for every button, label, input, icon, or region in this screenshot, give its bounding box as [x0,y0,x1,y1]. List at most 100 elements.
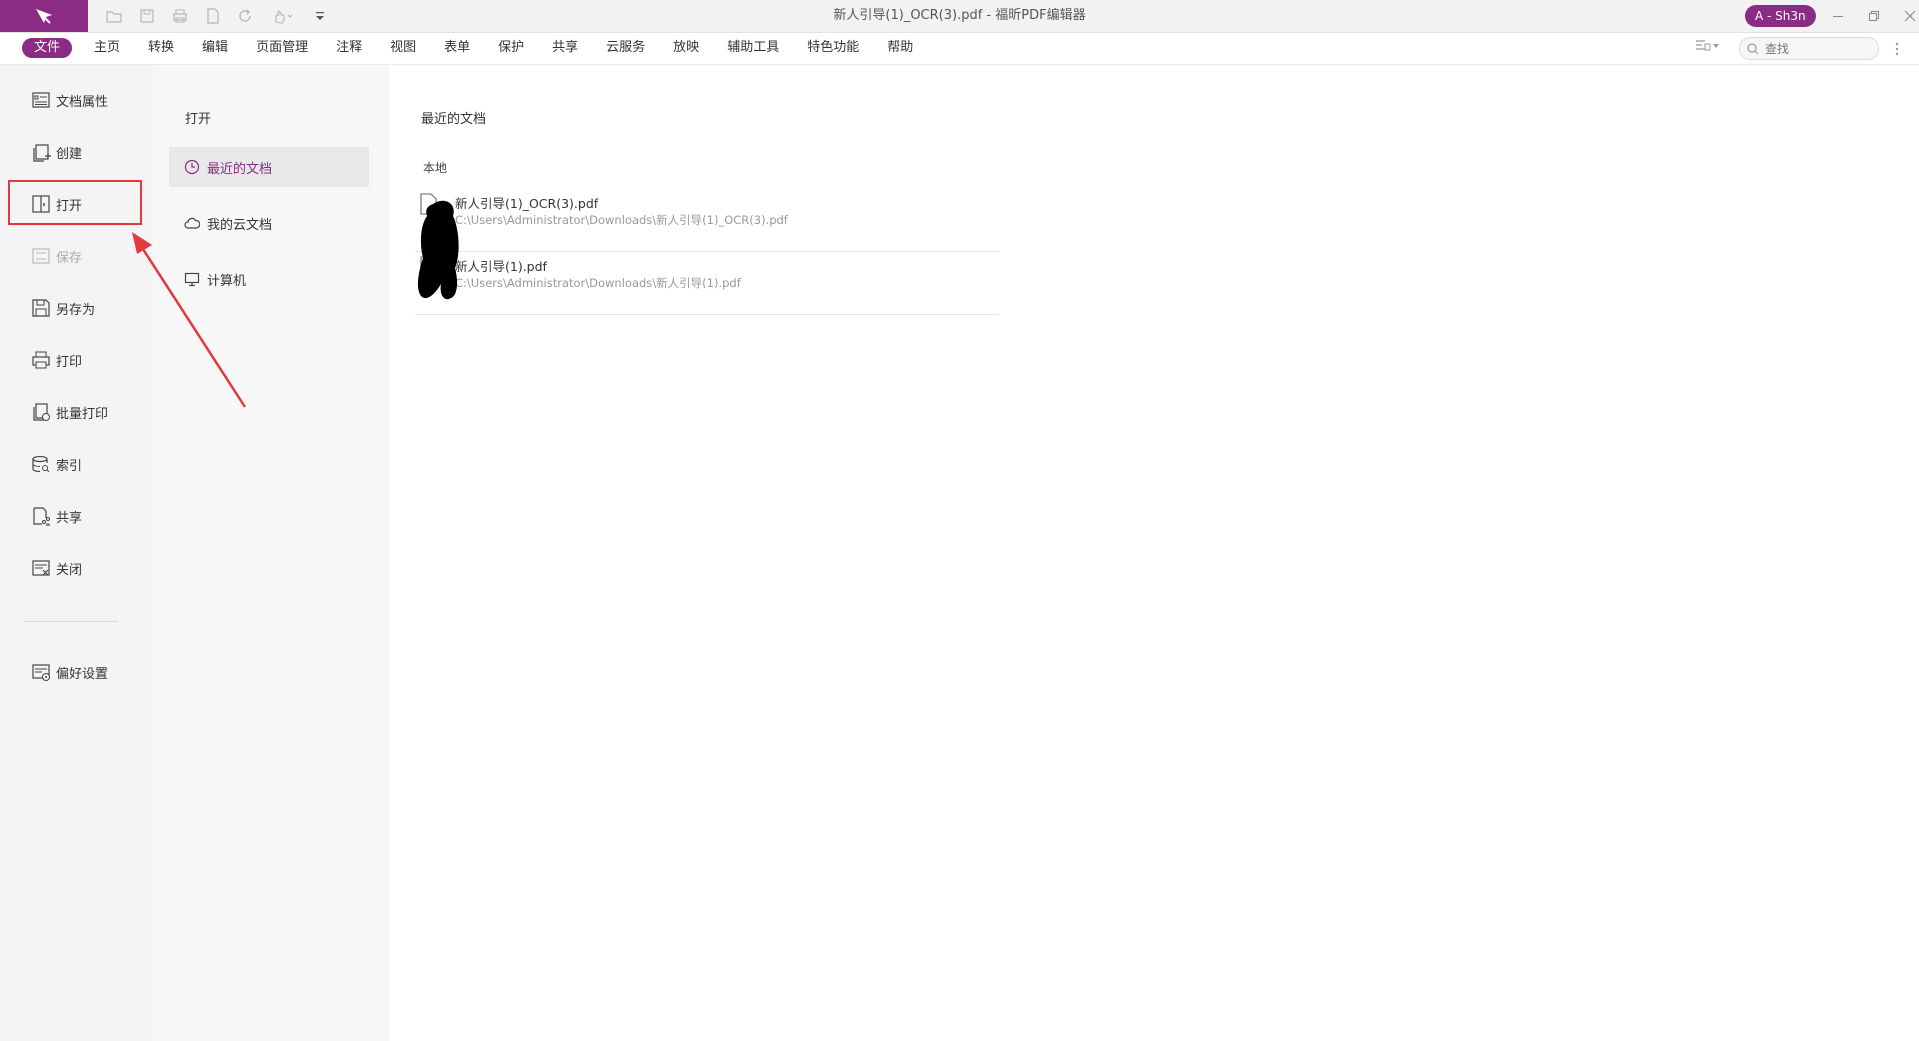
recent-file-path: C:\Users\Administrator\Downloads\新人引导(1)… [455,213,788,227]
open-option-label: 我的云文档 [207,217,273,233]
close-icon [1904,10,1916,22]
menu-tab-view[interactable]: 视图 [384,38,422,58]
search-icon [1747,42,1759,55]
close-button[interactable] [1892,0,1919,32]
clock-icon [183,158,201,176]
print-icon [30,349,52,371]
menu-tab-accessibility[interactable]: 辅助工具 [721,38,785,58]
nav-label: 打开 [56,198,83,214]
menu-tab-edit[interactable]: 编辑 [196,38,234,58]
computer-icon [183,270,201,288]
account-badge[interactable]: A - Sh3n [1745,5,1816,27]
recent-file-path: C:\Users\Administrator\Downloads\新人引导(1)… [455,276,741,290]
menu-tab-slideshow[interactable]: 放映 [667,38,705,58]
restore-button[interactable] [1856,0,1892,32]
menu-bar: 文件 主页 转换 编辑 页面管理 注释 视图 表单 保护 共享 云服务 放映 辅… [0,33,1919,65]
nav-label: 保存 [56,250,83,266]
title-bar: 新人引导(1)_OCR(3).pdf - 福昕PDF编辑器 A - Sh3n [0,0,1919,33]
nav-label: 文档属性 [56,94,109,110]
menu-tab-page-management[interactable]: 页面管理 [250,38,314,58]
open-file-icon[interactable] [104,6,124,26]
customize-qat-icon[interactable] [310,6,330,26]
menu-tab-file[interactable]: 文件 [22,38,73,58]
nav-print[interactable]: 打印 [30,346,82,374]
save-as-icon [30,297,52,319]
local-group-label: 本地 [423,161,448,175]
hand-tool-icon[interactable] [269,6,297,26]
nav-label: 偏好设置 [56,666,109,682]
menu-tab-protect[interactable]: 保护 [492,38,530,58]
app-logo[interactable] [0,0,88,32]
batch-print-icon [30,401,52,423]
menu-tab-cloud[interactable]: 云服务 [600,38,651,58]
quick-access-toolbar [104,6,330,26]
nav-share[interactable]: 共享 [30,502,82,530]
chevron-down-icon [1713,44,1719,48]
new-doc-icon[interactable] [203,6,223,26]
open-option-label: 最近的文档 [207,161,273,177]
recent-file-name: 新人引导(1).pdf [455,259,547,274]
nav-label: 索引 [56,458,83,474]
index-icon [30,453,52,475]
menu-tab-features[interactable]: 特色功能 [801,38,865,58]
nav-label: 关闭 [56,562,83,578]
menu-tab-help[interactable]: 帮助 [881,38,919,58]
nav-divider [24,621,118,622]
nav-preferences[interactable]: 偏好设置 [30,658,108,686]
open-panel-title: 打开 [185,112,212,127]
open-option-recent[interactable]: 最近的文档 [169,147,369,187]
search-box[interactable] [1739,37,1879,60]
open-icon [30,193,52,215]
pdf-file-icon [420,256,437,278]
menu-tab-home[interactable]: 主页 [88,38,126,58]
nav-save[interactable]: 保存 [30,242,82,270]
create-icon [30,141,52,163]
recent-file-name: 新人引导(1)_OCR(3).pdf [455,196,599,211]
minimize-icon [1833,16,1843,17]
menu-tab-form[interactable]: 表单 [438,38,476,58]
file-backstage-nav: 文档属性 创建 打开 保存 另存为 打印 批量打印 索引 共享 关闭 偏好设置 [0,65,153,1041]
print-icon[interactable] [170,6,190,26]
recent-documents-area: 最近的文档 本地 新人引导(1)_OCR(3).pdf C:\Users\Adm… [389,65,1919,1041]
restore-icon [1869,11,1879,21]
menu-tab-convert[interactable]: 转换 [142,38,180,58]
nav-create[interactable]: 创建 [30,138,82,166]
menu-tabs: 文件 主页 转换 编辑 页面管理 注释 视图 表单 保护 共享 云服务 放映 辅… [22,38,935,58]
open-option-computer[interactable]: 计算机 [169,259,369,299]
open-sub-panel: 打开 最近的文档 我的云文档 计算机 [153,65,389,1041]
nav-label: 批量打印 [56,406,109,422]
nav-save-as[interactable]: 另存为 [30,294,95,322]
recent-file-row[interactable]: 新人引导(1)_OCR(3).pdf C:\Users\Administrato… [415,189,999,252]
nav-batch-print[interactable]: 批量打印 [30,398,108,426]
nav-label: 创建 [56,146,83,162]
share-icon [30,505,52,527]
redo-icon[interactable] [236,6,256,26]
search-input[interactable] [1763,40,1867,57]
nav-label: 另存为 [56,302,96,318]
more-options-icon[interactable] [1895,42,1899,56]
save-icon[interactable] [137,6,157,26]
open-option-label: 计算机 [207,273,247,289]
nav-open[interactable]: 打开 [30,190,82,218]
nav-close[interactable]: 关闭 [30,554,82,582]
cloud-icon [183,214,201,232]
foxit-logo-icon [36,9,52,24]
preferences-icon [30,661,52,683]
nav-label: 打印 [56,354,83,370]
nav-document-properties[interactable]: 文档属性 [30,86,108,114]
recent-documents-title: 最近的文档 [421,112,487,127]
minimize-button[interactable] [1820,0,1856,32]
nav-index[interactable]: 索引 [30,450,82,478]
window-controls [1820,0,1919,32]
document-properties-icon [30,89,52,111]
recent-file-row[interactable]: 新人引导(1).pdf C:\Users\Administrator\Downl… [415,252,999,315]
menu-tab-comment[interactable]: 注释 [330,38,368,58]
recent-file-list: 新人引导(1)_OCR(3).pdf C:\Users\Administrato… [415,189,999,315]
menu-tab-share[interactable]: 共享 [546,38,584,58]
save-icon [30,245,52,267]
open-option-cloud[interactable]: 我的云文档 [169,203,369,243]
ribbon-mode-toggle[interactable] [1695,39,1719,53]
ribbon-layout-icon [1696,40,1711,51]
nav-label: 共享 [56,510,83,526]
pdf-file-icon [420,193,437,215]
